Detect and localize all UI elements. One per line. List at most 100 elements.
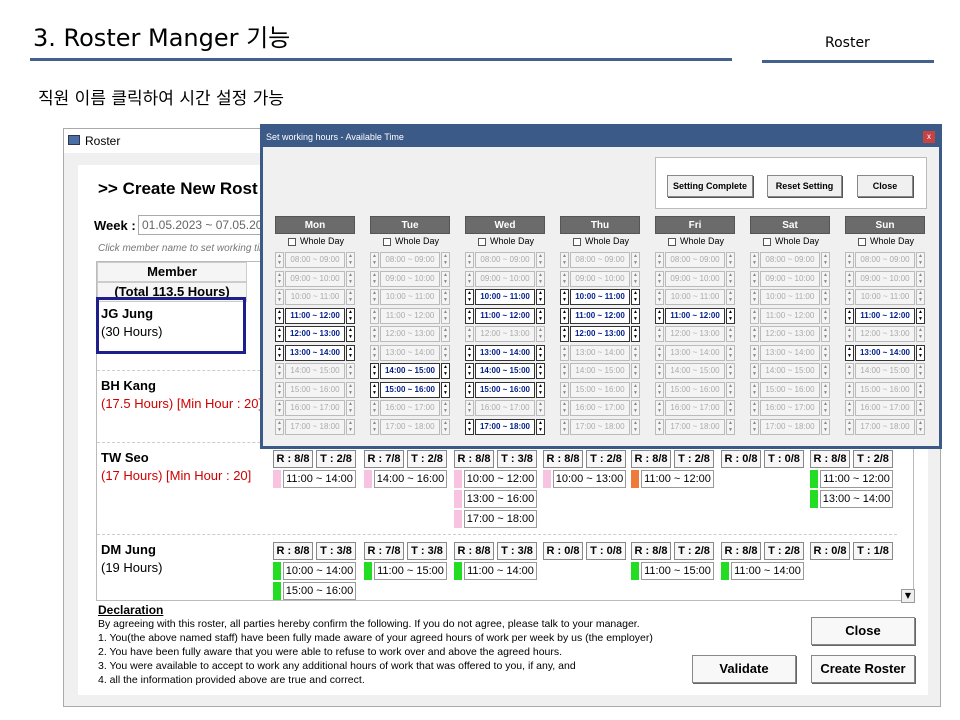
- spinner-left[interactable]: ▲ ▼: [370, 418, 379, 435]
- spinner-left[interactable]: ▲ ▼: [275, 363, 284, 379]
- checkbox-box[interactable]: [858, 237, 866, 246]
- spinner-left[interactable]: ▲ ▼: [560, 252, 569, 268]
- checkbox-box[interactable]: [763, 237, 771, 246]
- time-slot-value[interactable]: 13:00 ~ 14:00: [380, 344, 440, 361]
- time-slot-value[interactable]: 14:00 ~ 15:00: [475, 363, 535, 379]
- time-slot-value[interactable]: 08:00 ~ 09:00: [380, 252, 440, 268]
- time-slot-spinner[interactable]: ▲ ▼ 13:00 ~ 14:00 ▲ ▼: [750, 344, 830, 361]
- member-name[interactable]: DM Jung: [101, 542, 156, 557]
- dialog-titlebar[interactable]: Set working hours - Available Time x: [263, 127, 939, 147]
- time-slot-value[interactable]: 10:00 ~ 11:00: [855, 289, 915, 305]
- time-slot-value[interactable]: 11:00 ~ 12:00: [570, 307, 630, 324]
- time-slot[interactable]: 17:00 ~ 18:00: [464, 510, 537, 528]
- spinner-left[interactable]: ▲ ▼: [845, 252, 854, 268]
- spinner-right[interactable]: ▲ ▼: [821, 270, 830, 287]
- time-slot-value[interactable]: 11:00 ~ 12:00: [380, 307, 440, 324]
- time-slot-spinner[interactable]: ▲ ▼ 17:00 ~ 18:00 ▲ ▼: [750, 418, 830, 435]
- time-slot-value[interactable]: 08:00 ~ 09:00: [285, 252, 345, 268]
- spinner-left[interactable]: ▲ ▼: [370, 381, 379, 398]
- time-slot-spinner[interactable]: ▲ ▼ 08:00 ~ 09:00 ▲ ▼: [465, 252, 545, 268]
- time-slot-value[interactable]: 11:00 ~ 12:00: [285, 307, 345, 324]
- spinner-left[interactable]: ▲ ▼: [275, 381, 284, 398]
- time-slot-spinner[interactable]: ▲ ▼ 10:00 ~ 11:00 ▲ ▼: [845, 289, 925, 305]
- spinner-right[interactable]: ▲ ▼: [346, 326, 355, 342]
- time-slot-spinner[interactable]: ▲ ▼ 16:00 ~ 17:00 ▲ ▼: [655, 400, 735, 416]
- spinner-right[interactable]: ▲ ▼: [441, 344, 450, 361]
- spinner-left[interactable]: ▲ ▼: [845, 400, 854, 416]
- spinner-left[interactable]: ▲ ▼: [655, 418, 664, 435]
- spinner-left[interactable]: ▲ ▼: [845, 270, 854, 287]
- time-slot[interactable]: 14:00 ~ 16:00: [374, 470, 447, 488]
- time-slot-value[interactable]: 17:00 ~ 18:00: [475, 418, 535, 435]
- spinner-left[interactable]: ▲ ▼: [370, 363, 379, 379]
- spinner-right[interactable]: ▲ ▼: [821, 418, 830, 435]
- time-slot-value[interactable]: 08:00 ~ 09:00: [855, 252, 915, 268]
- spinner-right[interactable]: ▲ ▼: [536, 381, 545, 398]
- time-slot-spinner[interactable]: ▲ ▼ 12:00 ~ 13:00 ▲ ▼: [845, 326, 925, 342]
- time-slot-spinner[interactable]: ▲ ▼ 09:00 ~ 10:00 ▲ ▼: [275, 270, 355, 287]
- spinner-right[interactable]: ▲ ▼: [821, 289, 830, 305]
- time-slot-value[interactable]: 10:00 ~ 11:00: [665, 289, 725, 305]
- time-slot-spinner[interactable]: ▲ ▼ 15:00 ~ 16:00 ▲ ▼: [370, 381, 450, 398]
- spinner-left[interactable]: ▲ ▼: [750, 307, 759, 324]
- spinner-left[interactable]: ▲ ▼: [750, 418, 759, 435]
- time-slot-spinner[interactable]: ▲ ▼ 11:00 ~ 12:00 ▲ ▼: [845, 307, 925, 324]
- spinner-right[interactable]: ▲ ▼: [726, 418, 735, 435]
- checkbox-box[interactable]: [668, 237, 676, 246]
- spinner-right[interactable]: ▲ ▼: [346, 418, 355, 435]
- time-slot-spinner[interactable]: ▲ ▼ 16:00 ~ 17:00 ▲ ▼: [275, 400, 355, 416]
- whole-day-checkbox[interactable]: Whole Day: [478, 236, 534, 246]
- time-slot-spinner[interactable]: ▲ ▼ 11:00 ~ 12:00 ▲ ▼: [465, 307, 545, 324]
- spinner-right[interactable]: ▲ ▼: [631, 344, 640, 361]
- time-slot-spinner[interactable]: ▲ ▼ 09:00 ~ 10:00 ▲ ▼: [370, 270, 450, 287]
- spinner-right[interactable]: ▲ ▼: [726, 270, 735, 287]
- time-slot-spinner[interactable]: ▲ ▼ 15:00 ~ 16:00 ▲ ▼: [560, 381, 640, 398]
- spinner-left[interactable]: ▲ ▼: [750, 400, 759, 416]
- spinner-right[interactable]: ▲ ▼: [441, 400, 450, 416]
- time-slot-value[interactable]: 09:00 ~ 10:00: [475, 270, 535, 287]
- time-slot-spinner[interactable]: ▲ ▼ 15:00 ~ 16:00 ▲ ▼: [750, 381, 830, 398]
- time-slot-value[interactable]: 14:00 ~ 15:00: [855, 363, 915, 379]
- time-slot-spinner[interactable]: ▲ ▼ 08:00 ~ 09:00 ▲ ▼: [275, 252, 355, 268]
- week-field[interactable]: 01.05.2023 ~ 07.05.2023: [138, 215, 268, 235]
- time-slot-spinner[interactable]: ▲ ▼ 15:00 ~ 16:00 ▲ ▼: [845, 381, 925, 398]
- spinner-left[interactable]: ▲ ▼: [750, 381, 759, 398]
- time-slot-spinner[interactable]: ▲ ▼ 16:00 ~ 17:00 ▲ ▼: [750, 400, 830, 416]
- spinner-right[interactable]: ▲ ▼: [346, 252, 355, 268]
- time-slot-value[interactable]: 16:00 ~ 17:00: [855, 400, 915, 416]
- time-slot[interactable]: 11:00 ~ 14:00: [464, 562, 537, 580]
- spinner-right[interactable]: ▲ ▼: [346, 363, 355, 379]
- time-slot[interactable]: 11:00 ~ 15:00: [374, 562, 447, 580]
- time-slot-spinner[interactable]: ▲ ▼ 14:00 ~ 15:00 ▲ ▼: [750, 363, 830, 379]
- spinner-right[interactable]: ▲ ▼: [441, 252, 450, 268]
- checkbox-box[interactable]: [288, 237, 296, 246]
- time-slot-value[interactable]: 11:00 ~ 12:00: [475, 307, 535, 324]
- time-slot-spinner[interactable]: ▲ ▼ 14:00 ~ 15:00 ▲ ▼: [370, 363, 450, 379]
- time-slot-spinner[interactable]: ▲ ▼ 10:00 ~ 11:00 ▲ ▼: [560, 289, 640, 305]
- spinner-left[interactable]: ▲ ▼: [655, 307, 664, 324]
- whole-day-checkbox[interactable]: Whole Day: [288, 236, 344, 246]
- time-slot-value[interactable]: 13:00 ~ 14:00: [285, 344, 345, 361]
- time-slot-spinner[interactable]: ▲ ▼ 15:00 ~ 16:00 ▲ ▼: [465, 381, 545, 398]
- time-slot-value[interactable]: 14:00 ~ 15:00: [285, 363, 345, 379]
- spinner-right[interactable]: ▲ ▼: [441, 381, 450, 398]
- time-slot-spinner[interactable]: ▲ ▼ 14:00 ~ 15:00 ▲ ▼: [465, 363, 545, 379]
- time-slot-value[interactable]: 17:00 ~ 18:00: [760, 418, 820, 435]
- spinner-left[interactable]: ▲ ▼: [845, 307, 854, 324]
- spinner-right[interactable]: ▲ ▼: [631, 418, 640, 435]
- time-slot-spinner[interactable]: ▲ ▼ 10:00 ~ 11:00 ▲ ▼: [370, 289, 450, 305]
- time-slot-spinner[interactable]: ▲ ▼ 12:00 ~ 13:00 ▲ ▼: [560, 326, 640, 342]
- time-slot-spinner[interactable]: ▲ ▼ 13:00 ~ 14:00 ▲ ▼: [560, 344, 640, 361]
- time-slot-spinner[interactable]: ▲ ▼ 16:00 ~ 17:00 ▲ ▼: [845, 400, 925, 416]
- spinner-left[interactable]: ▲ ▼: [560, 400, 569, 416]
- time-slot-value[interactable]: 08:00 ~ 09:00: [760, 252, 820, 268]
- spinner-right[interactable]: ▲ ▼: [821, 344, 830, 361]
- time-slot-spinner[interactable]: ▲ ▼ 13:00 ~ 14:00 ▲ ▼: [465, 344, 545, 361]
- time-slot-spinner[interactable]: ▲ ▼ 13:00 ~ 14:00 ▲ ▼: [845, 344, 925, 361]
- spinner-right[interactable]: ▲ ▼: [346, 381, 355, 398]
- time-slot-value[interactable]: 12:00 ~ 13:00: [380, 326, 440, 342]
- checkbox-box[interactable]: [383, 237, 391, 246]
- time-slot-spinner[interactable]: ▲ ▼ 11:00 ~ 12:00 ▲ ▼: [370, 307, 450, 324]
- time-slot-spinner[interactable]: ▲ ▼ 16:00 ~ 17:00 ▲ ▼: [560, 400, 640, 416]
- time-slot-value[interactable]: 15:00 ~ 16:00: [285, 381, 345, 398]
